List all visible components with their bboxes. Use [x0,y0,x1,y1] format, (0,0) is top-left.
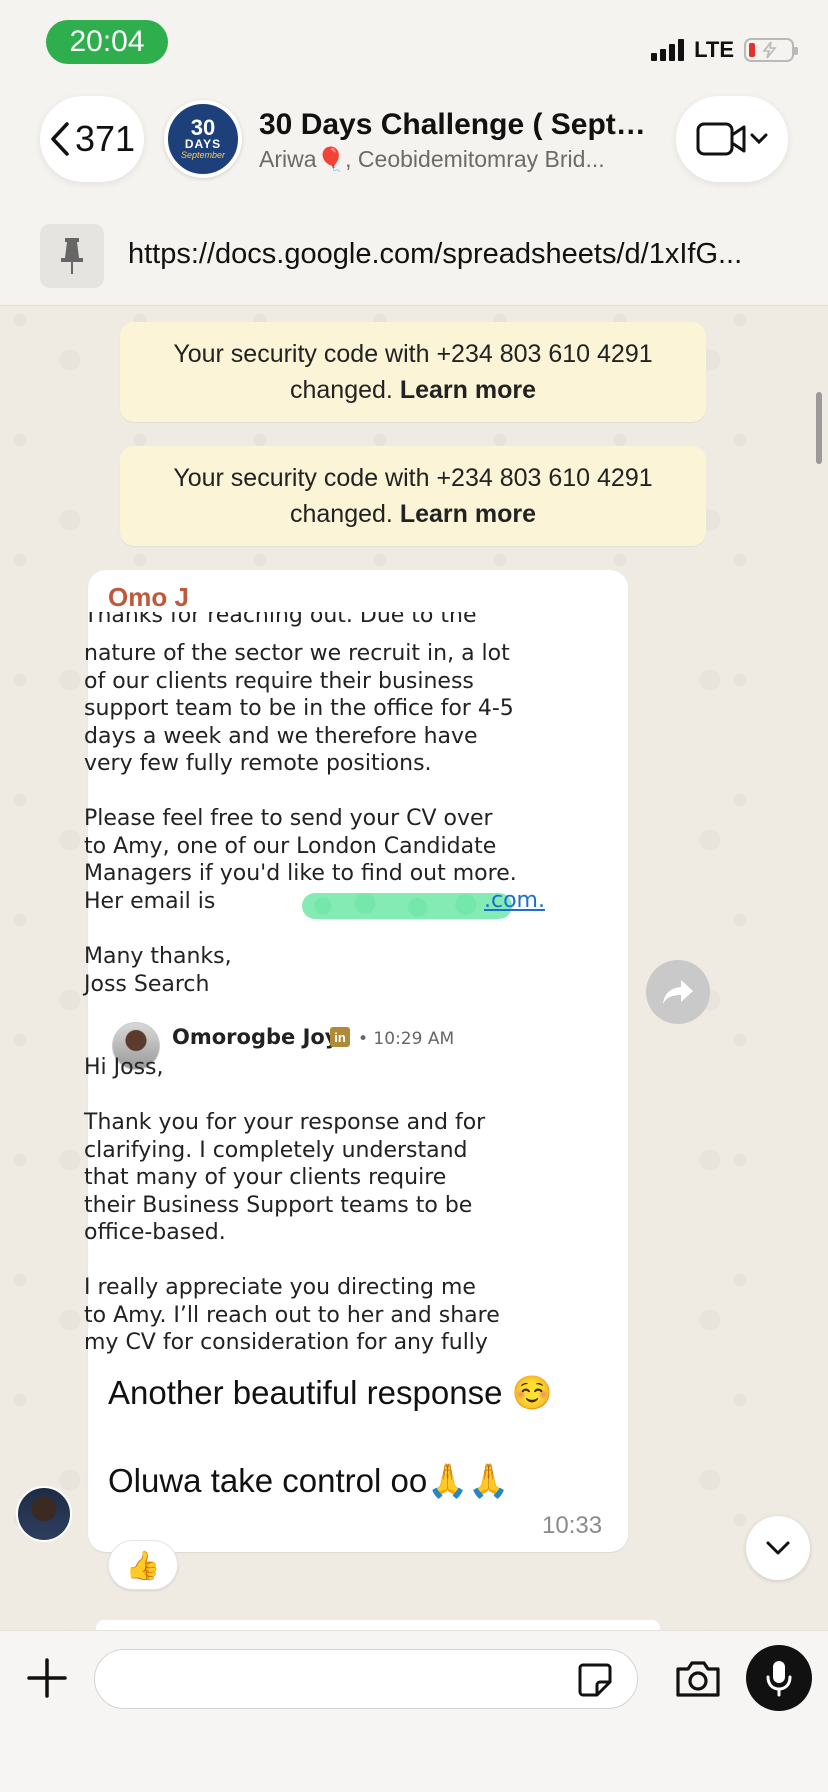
chat-participants: Ariwa🎈, Ceobidemitomray Brid... [259,146,605,172]
status-indicators: LTE [651,36,798,64]
learn-more-link[interactable]: Learn more [400,500,536,528]
scroll-to-bottom-button[interactable] [746,1516,810,1580]
network-label: LTE [694,37,734,62]
status-time: 20:04 [46,20,168,64]
sender-avatar[interactable] [16,1486,72,1542]
pinned-message[interactable]: https://docs.google.com/spreadsheets/d/1… [0,216,828,296]
attach-button[interactable] [22,1653,72,1703]
pinned-link[interactable]: https://docs.google.com/spreadsheets/d/1… [128,238,788,271]
message-caption-line1: Another beautiful response ☺️ [108,1374,553,1411]
pin-icon [40,224,104,288]
plus-icon [27,1658,67,1698]
microphone-icon [766,1661,792,1697]
signal-icon [651,39,685,61]
battery-icon [744,38,798,62]
email-text-clipped: Thanks for reaching out. Due to the [84,612,477,628]
video-call-button[interactable] [676,96,788,182]
message-time: 10:33 [542,1512,603,1539]
sticker-button[interactable] [576,1661,614,1699]
chat-title: 30 Days Challenge ( Septe... [259,108,649,141]
avatar-text-days: DAYS [184,137,222,151]
chevron-left-icon [51,122,69,156]
avatar-text-month: September [180,150,226,160]
message-caption-line2: Oluwa take control oo🙏🙏 [108,1462,510,1499]
email-text-para1-rest: nature of the sector we recruit in, a lo… [84,641,514,776]
avatar-text-30: 30 [190,115,216,140]
reply-author: Omorogbe Joy [172,1025,339,1049]
chat-info[interactable]: 30 Days Challenge ( Septe... Ariwa🎈, Ceo… [259,108,649,173]
security-code-notice: Your security code with +234 803 610 429… [120,322,706,422]
message-input[interactable] [94,1649,638,1709]
chat-header: 20:04 LTE 371 30 DAYS September 30 Days … [0,0,828,306]
group-avatar[interactable]: 30 DAYS September [164,100,242,178]
scrollbar[interactable] [816,392,822,464]
voice-message-button[interactable] [746,1645,812,1711]
unread-count: 371 [74,118,136,159]
camera-icon [676,1661,720,1697]
message-composer [0,1630,828,1792]
forward-icon [663,980,693,1004]
redacted-email [302,893,512,919]
sender-name: Omo J [108,582,189,612]
learn-more-link[interactable]: Learn more [400,376,536,404]
chevron-down-icon [750,133,768,145]
forward-button[interactable] [646,960,710,1024]
back-button[interactable]: 371 [40,96,144,182]
email-text-signoff: Many thanks, Joss Search [84,944,232,997]
sticker-icon [578,1663,612,1697]
linkedin-icon: in [330,1027,350,1047]
reply-time: • 10:29 AM [358,1029,455,1049]
reply-para1: Thank you for your response and for clar… [84,1110,486,1245]
next-message-edge [96,1620,660,1630]
chevron-down-icon [766,1541,790,1555]
security-code-notice: Your security code with +234 803 610 429… [120,446,706,546]
video-camera-icon [696,122,746,156]
reply-greeting: Hi Joss, [84,1055,164,1080]
email-domain: .com. [484,888,545,913]
reaction-badge[interactable]: 👍 [108,1540,178,1590]
reply-para2: I really appreciate you directing me to … [84,1275,500,1355]
camera-button[interactable] [672,1653,724,1705]
